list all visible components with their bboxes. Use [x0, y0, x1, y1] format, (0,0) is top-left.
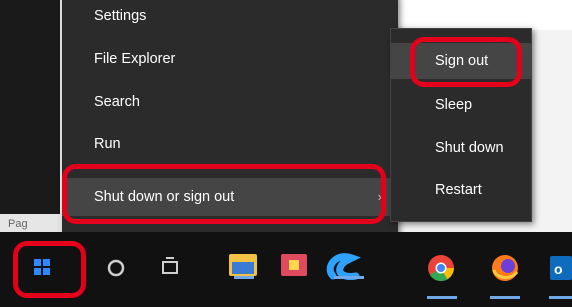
annotation-shut-down-highlight [62, 164, 386, 224]
annotation-start-button-highlight [13, 241, 86, 298]
page-label: Pag [8, 218, 28, 230]
annotation-sign-out-highlight [410, 37, 522, 87]
submenu-item-label: Sleep [435, 97, 473, 113]
search-icon[interactable] [107, 259, 125, 277]
menu-item-run[interactable]: Run [62, 125, 398, 163]
menu-item-search[interactable]: Search [62, 83, 398, 121]
menu-item-file-explorer[interactable]: File Explorer [62, 40, 398, 78]
edge-icon[interactable] [326, 253, 364, 280]
menu-item-label: Search [94, 94, 140, 110]
background-left-panel [0, 0, 60, 230]
store-icon[interactable] [281, 254, 307, 276]
chrome-icon[interactable] [427, 255, 457, 299]
submenu-item-label: Shut down [435, 140, 504, 156]
background-top-right [398, 0, 572, 30]
submenu-item-shut-down[interactable]: Shut down [391, 130, 531, 166]
firefox-icon[interactable] [490, 255, 520, 299]
file-explorer-icon[interactable] [229, 254, 257, 279]
menu-item-label: Settings [94, 8, 147, 24]
submenu-item-label: Restart [435, 182, 482, 198]
menu-item-label: Run [94, 136, 121, 152]
svg-text:o: o [554, 261, 563, 277]
menu-item-settings[interactable]: Settings [62, 0, 398, 35]
submenu-item-sleep[interactable]: Sleep [391, 87, 531, 123]
submenu-item-restart[interactable]: Restart [391, 172, 531, 208]
outlook-icon[interactable]: o [549, 256, 572, 299]
menu-item-label: File Explorer [94, 51, 176, 67]
task-view-icon[interactable] [162, 257, 178, 274]
